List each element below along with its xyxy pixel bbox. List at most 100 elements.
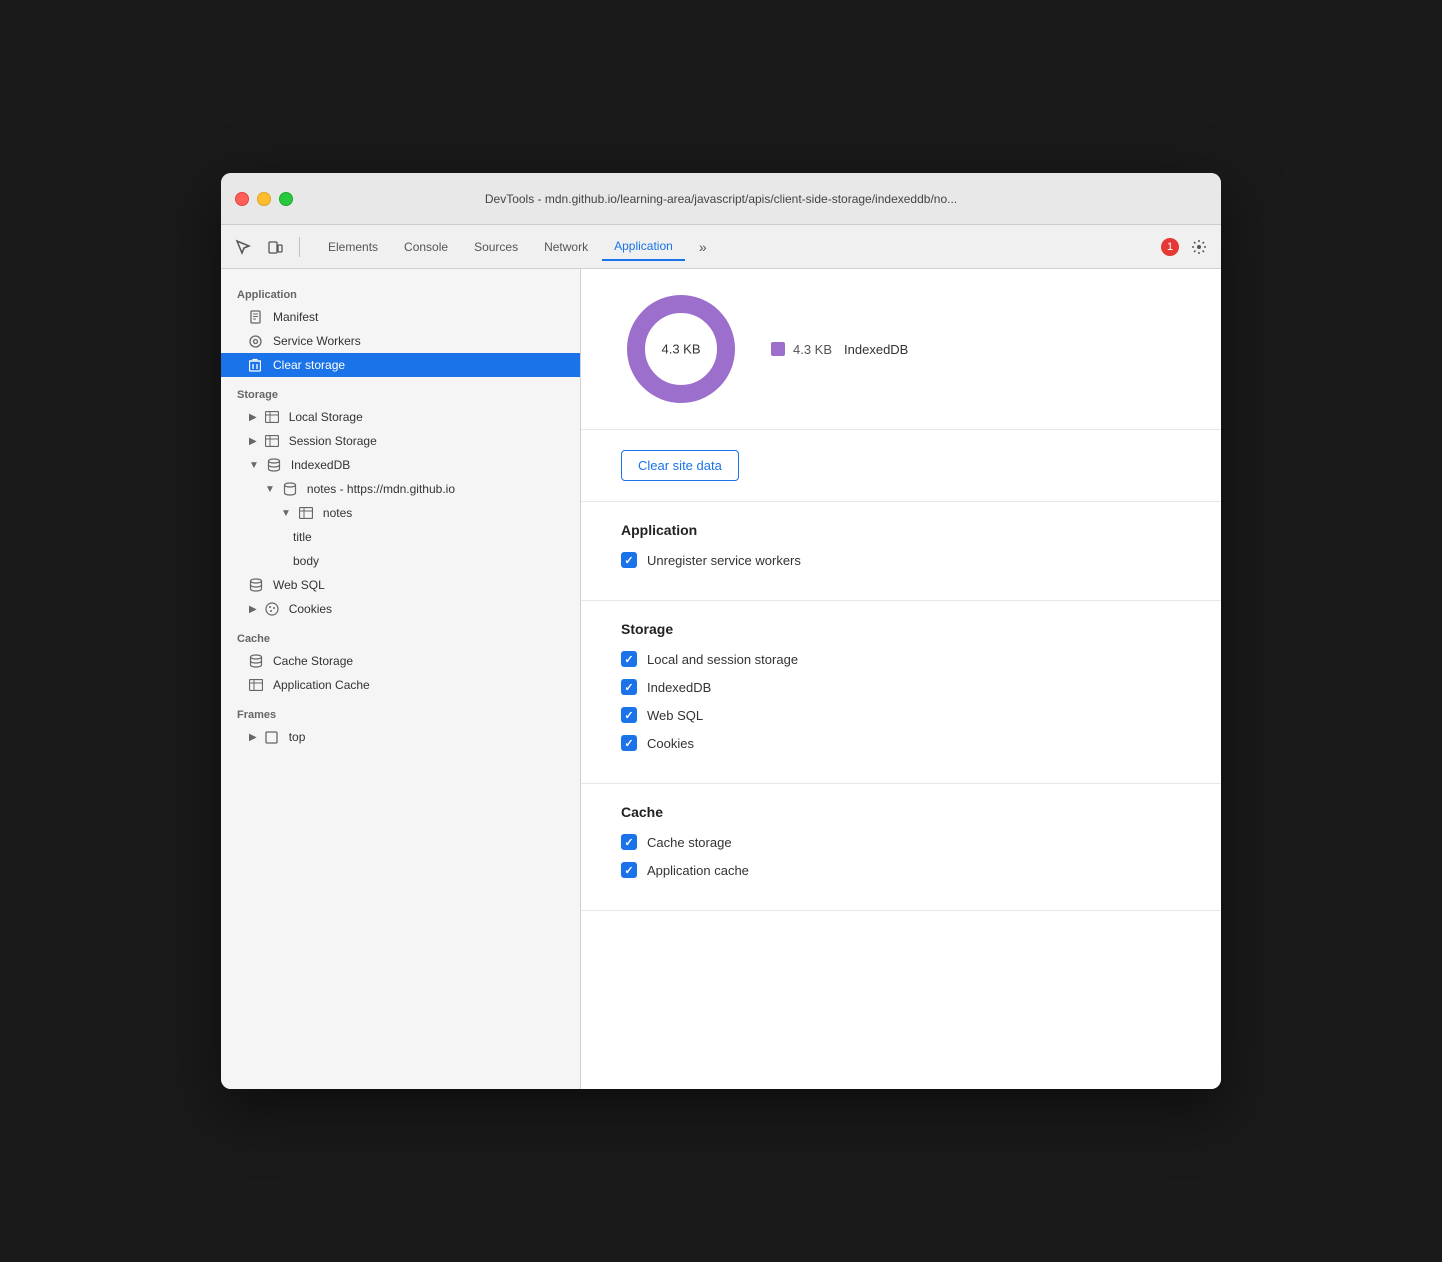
device-icon[interactable] [263, 235, 287, 259]
unregister-label: Unregister service workers [647, 553, 801, 568]
tab-application[interactable]: Application [602, 233, 685, 261]
sidebar-item-body[interactable]: body [221, 549, 580, 573]
clear-btn-area: Clear site data [581, 430, 1221, 502]
top-chevron: ▶ [249, 732, 257, 743]
cookies-icon [265, 602, 281, 616]
sidebar-item-local-storage[interactable]: ▶ Local Storage [221, 405, 580, 429]
sidebar-item-notes-store[interactable]: ▼ notes [221, 501, 580, 525]
indexeddb-icon [267, 458, 283, 472]
application-cache-label: Application Cache [273, 678, 370, 692]
chart-area: 4.3 KB 4.3 KB IndexedDB [581, 269, 1221, 430]
sidebar-item-service-workers[interactable]: Service Workers [221, 329, 580, 353]
storage-check-section: Storage Local and session storage Indexe… [581, 601, 1221, 784]
clear-storage-label: Clear storage [273, 358, 345, 372]
notes-store-chevron: ▼ [281, 508, 291, 519]
sidebar-item-application-cache[interactable]: Application Cache [221, 673, 580, 697]
service-workers-icon [249, 335, 265, 348]
devtools-toolbar: Elements Console Sources Network Applica… [221, 225, 1221, 269]
manifest-icon [249, 310, 265, 324]
check-item-local-session: Local and session storage [621, 651, 1181, 667]
web-sql-icon [249, 578, 265, 592]
tab-console[interactable]: Console [392, 234, 460, 260]
minimize-button[interactable] [257, 192, 271, 206]
check-item-unregister: Unregister service workers [621, 552, 1181, 568]
section-application-label: Application [221, 277, 580, 305]
service-workers-label: Service Workers [273, 334, 361, 348]
sidebar-item-cache-storage[interactable]: Cache Storage [221, 649, 580, 673]
local-session-label: Local and session storage [647, 652, 798, 667]
devtools-window: DevTools - mdn.github.io/learning-area/j… [221, 173, 1221, 1089]
check-item-cookies: Cookies [621, 735, 1181, 751]
tab-network[interactable]: Network [532, 234, 600, 260]
local-storage-chevron: ▶ [249, 412, 257, 423]
local-storage-label: Local Storage [289, 410, 363, 424]
local-session-checkbox[interactable] [621, 651, 637, 667]
manifest-label: Manifest [273, 310, 318, 324]
sidebar-item-cookies[interactable]: ▶ Cookies [221, 597, 580, 621]
cookies-chevron: ▶ [249, 604, 257, 615]
cache-storage-check-label: Cache storage [647, 835, 732, 850]
title-label: title [293, 530, 312, 544]
notes-store-label: notes [323, 506, 352, 520]
cookies-checkbox[interactable] [621, 735, 637, 751]
unregister-checkbox[interactable] [621, 552, 637, 568]
toolbar-tabs: Elements Console Sources Network Applica… [316, 233, 685, 261]
indexeddb-checkbox[interactable] [621, 679, 637, 695]
cache-check-section: Cache Cache storage Application cache [581, 784, 1221, 911]
main-panel: 4.3 KB 4.3 KB IndexedDB Clear site data … [581, 269, 1221, 1089]
inspect-icon[interactable] [231, 235, 255, 259]
check-item-web-sql: Web SQL [621, 707, 1181, 723]
section-frames-label: Frames [221, 697, 580, 725]
session-storage-icon [265, 435, 281, 447]
traffic-lights [235, 192, 293, 206]
tab-sources[interactable]: Sources [462, 234, 530, 260]
indexeddb-label: IndexedDB [291, 458, 350, 472]
donut-chart: 4.3 KB [621, 289, 741, 409]
notes-store-icon [299, 507, 315, 519]
notes-db-label: notes - https://mdn.github.io [307, 482, 455, 496]
error-badge: 1 [1161, 238, 1179, 256]
top-label: top [289, 730, 306, 744]
check-item-indexeddb: IndexedDB [621, 679, 1181, 695]
cache-storage-label: Cache Storage [273, 654, 353, 668]
sidebar-item-clear-storage[interactable]: Clear storage [221, 353, 580, 377]
clear-site-data-button[interactable]: Clear site data [621, 450, 739, 481]
app-cache-check-label: Application cache [647, 863, 749, 878]
indexeddb-check-label: IndexedDB [647, 680, 711, 695]
cache-storage-checkbox[interactable] [621, 834, 637, 850]
titlebar: DevTools - mdn.github.io/learning-area/j… [221, 173, 1221, 225]
close-button[interactable] [235, 192, 249, 206]
window-title: DevTools - mdn.github.io/learning-area/j… [485, 192, 957, 206]
check-item-app-cache: Application cache [621, 862, 1181, 878]
storage-section-title: Storage [621, 621, 1181, 637]
local-storage-icon [265, 411, 281, 423]
application-cache-icon [249, 679, 265, 691]
body-label: body [293, 554, 319, 568]
web-sql-check-label: Web SQL [647, 708, 703, 723]
cache-storage-icon [249, 654, 265, 668]
cache-section-title: Cache [621, 804, 1181, 820]
settings-icon[interactable] [1187, 235, 1211, 259]
main-content: Application Manifest Service Workers Cle… [221, 269, 1221, 1089]
sidebar-item-indexeddb[interactable]: ▼ IndexedDB [221, 453, 580, 477]
application-section-title: Application [621, 522, 1181, 538]
more-tabs-icon[interactable]: » [693, 235, 713, 259]
sidebar-item-session-storage[interactable]: ▶ Session Storage [221, 429, 580, 453]
sidebar-item-web-sql[interactable]: Web SQL [221, 573, 580, 597]
notes-db-icon [283, 482, 299, 496]
legend-color-indexeddb [771, 342, 785, 356]
sidebar-item-manifest[interactable]: Manifest [221, 305, 580, 329]
application-check-section: Application Unregister service workers [581, 502, 1221, 601]
maximize-button[interactable] [279, 192, 293, 206]
sidebar-item-top[interactable]: ▶ top [221, 725, 580, 749]
clear-storage-icon [249, 358, 265, 372]
web-sql-checkbox[interactable] [621, 707, 637, 723]
app-cache-checkbox[interactable] [621, 862, 637, 878]
section-cache-label: Cache [221, 621, 580, 649]
tab-elements[interactable]: Elements [316, 234, 390, 260]
sidebar-item-title[interactable]: title [221, 525, 580, 549]
sidebar-item-notes-db[interactable]: ▼ notes - https://mdn.github.io [221, 477, 580, 501]
legend-value: 4.3 KB [793, 342, 832, 357]
cookies-check-label: Cookies [647, 736, 694, 751]
sidebar: Application Manifest Service Workers Cle… [221, 269, 581, 1089]
